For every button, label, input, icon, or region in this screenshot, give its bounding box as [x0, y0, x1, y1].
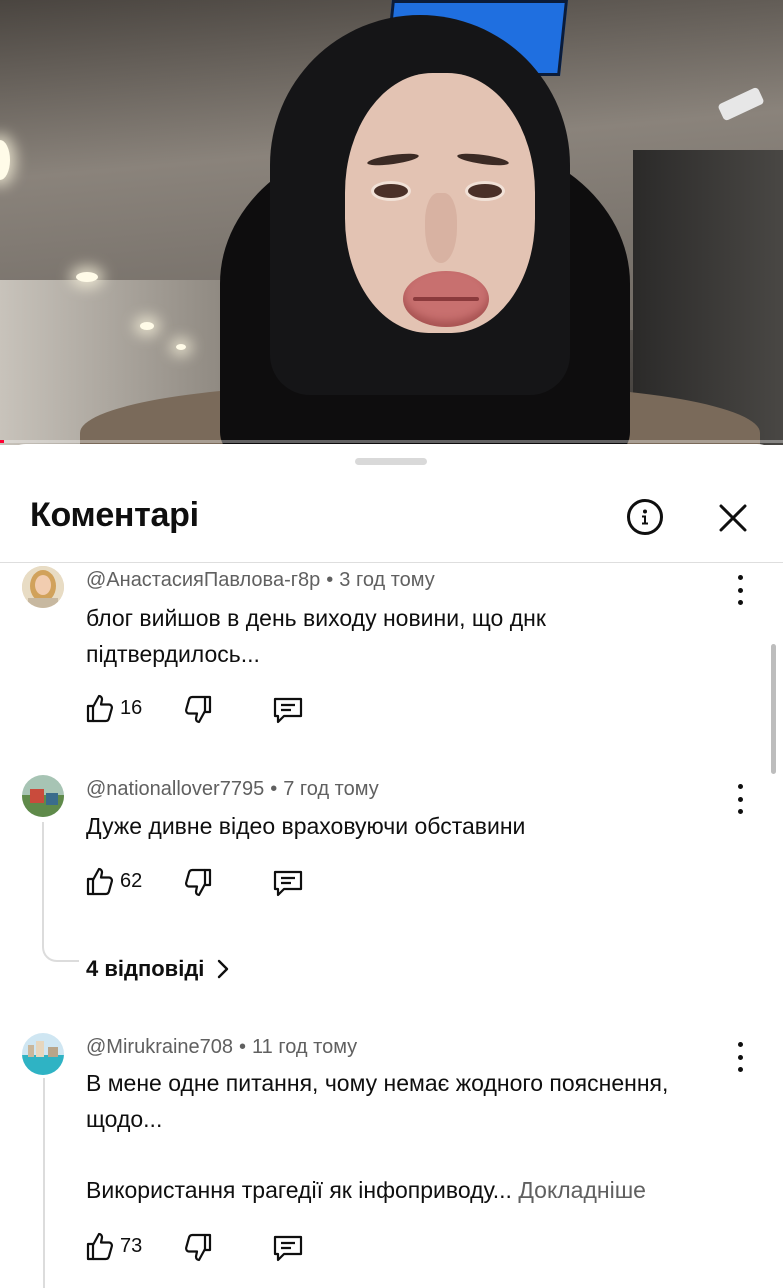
avatar[interactable] [22, 566, 64, 608]
dislike-button[interactable] [184, 868, 212, 903]
video-player[interactable] [0, 0, 783, 445]
comments-sheet: Коментарі @АнастасияПавлова-г8р • 3 год то… [0, 444, 783, 1288]
comment-more-button[interactable] [729, 1042, 751, 1072]
comment-text-line1: В мене одне питання, чому немає жодного … [86, 1070, 669, 1132]
thumbs-down-icon [184, 695, 212, 724]
comment-actions: 73 [86, 1231, 346, 1265]
like-count: 16 [120, 696, 143, 719]
comment-actions: 16 [86, 693, 346, 727]
comment-more-button[interactable] [729, 575, 751, 605]
like-count: 62 [120, 869, 143, 892]
video-person [80, 15, 760, 445]
video-light [76, 272, 98, 282]
video-light [176, 344, 186, 350]
chevron-right-icon [218, 959, 229, 979]
avatar-image [22, 1033, 64, 1075]
comment-time: 7 год тому [283, 778, 379, 800]
video-progress-fill [0, 440, 4, 443]
thumbs-down-icon [184, 1233, 212, 1262]
like-button[interactable]: 16 [86, 693, 142, 723]
thread-connector [42, 822, 79, 962]
replies-link[interactable]: 4 відповіді [86, 956, 234, 982]
thread-connector [43, 1078, 45, 1288]
video-progress-bar[interactable] [0, 440, 783, 443]
avatar[interactable] [22, 1033, 64, 1075]
replies-label: 4 відповіді [86, 956, 205, 981]
avatar-image [22, 775, 64, 817]
comment-author[interactable]: @nationallover7795 [86, 778, 264, 800]
comment-text-line2-text: Використання трагедії як інфоприводу... [86, 1177, 512, 1203]
comment-author[interactable]: @Mirukraine708 [86, 1036, 233, 1058]
close-icon [719, 504, 747, 532]
comment-icon [273, 697, 303, 724]
reply-button[interactable] [272, 1233, 304, 1268]
comment-time: 3 год тому [339, 569, 435, 591]
thumbs-up-icon [86, 1232, 114, 1261]
comment-icon [273, 870, 303, 897]
comment-meta: @Mirukraine708 • 11 год тому [86, 1036, 358, 1058]
thumbs-up-icon [86, 694, 114, 723]
reply-button[interactable] [272, 695, 304, 730]
comment-meta: @АнастасияПавлова-г8р • 3 год тому [86, 569, 435, 591]
comment-text: блог вийшов в день виходу новини, що днк… [86, 605, 546, 667]
close-button[interactable] [716, 501, 750, 535]
comment-text-line2: Використання трагедії як інфоприводу... … [86, 1172, 726, 1208]
comment-more-button[interactable] [729, 784, 751, 814]
info-button[interactable] [627, 499, 663, 535]
like-count: 73 [120, 1234, 143, 1257]
avatar-image [22, 566, 64, 608]
comment-actions: 62 [86, 866, 346, 900]
avatar[interactable] [22, 775, 64, 817]
thumbs-up-icon [86, 867, 114, 896]
like-button[interactable]: 73 [86, 1231, 142, 1261]
like-button[interactable]: 62 [86, 866, 142, 896]
info-icon [642, 509, 648, 525]
read-more-link[interactable]: Докладніше [518, 1177, 646, 1203]
scrollbar[interactable] [771, 644, 776, 774]
comment-text: Дуже дивне відео враховуючи обставини [86, 813, 526, 839]
comment-icon [273, 1235, 303, 1262]
comment-author[interactable]: @АнастасияПавлова-г8р [86, 569, 320, 591]
dislike-button[interactable] [184, 1233, 212, 1268]
drag-handle[interactable] [355, 458, 427, 465]
video-light [140, 322, 154, 330]
sheet-title: Коментарі [30, 496, 199, 534]
comment-meta: @nationallover7795 • 7 год тому [86, 778, 379, 800]
reply-button[interactable] [272, 868, 304, 903]
header-divider [0, 562, 783, 563]
dislike-button[interactable] [184, 695, 212, 730]
comment-time: 11 год тому [252, 1036, 358, 1058]
thumbs-down-icon [184, 868, 212, 897]
